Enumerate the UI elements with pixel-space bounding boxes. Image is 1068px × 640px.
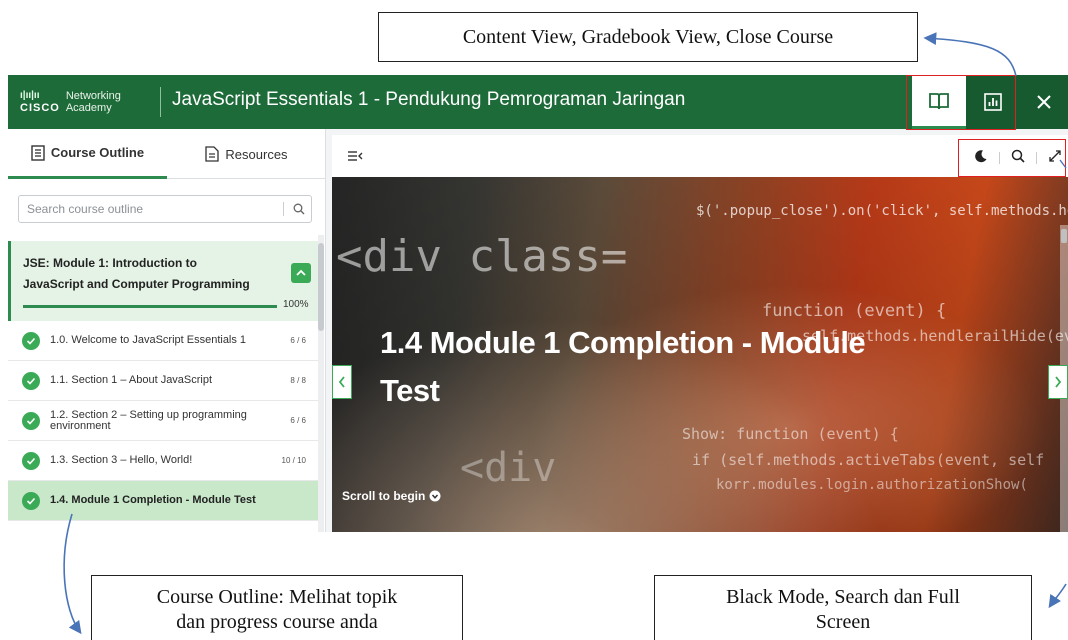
callout-view-controls: Content View, Gradebook View, Close Cour… (378, 12, 918, 62)
check-circle-icon (22, 411, 40, 430)
outline-item-label: 1.4. Module 1 Completion - Module Test (50, 494, 256, 506)
next-page-button[interactable] (1048, 365, 1068, 399)
sidebar-scroll-thumb[interactable] (318, 243, 324, 331)
module-title: JSE: Module 1: Introduction to JavaScrip… (23, 256, 250, 291)
content-toolbar (332, 135, 1068, 177)
outline-item-count: 8 / 8 (290, 376, 306, 385)
outline-item-label: 1.0. Welcome to JavaScript Essentials 1 (50, 334, 247, 346)
hero-code-line: if (self.methods.activeTabs(event, self (692, 451, 1045, 469)
outline-item-count: 6 / 6 (290, 416, 306, 425)
outline-list: 1.0. Welcome to JavaScript Essentials 1 … (8, 321, 318, 521)
tab-resources[interactable]: Resources (167, 129, 326, 179)
outline-item-1-3[interactable]: 1.3. Section 3 – Hello, World! 10 / 10 (8, 441, 318, 481)
arrow-to-view-controls-callout (923, 32, 1017, 77)
tab-course-outline-label: Course Outline (50, 145, 145, 160)
module-progress-bar (23, 305, 277, 308)
module-header[interactable]: JSE: Module 1: Introduction to JavaScrip… (8, 241, 318, 321)
chevron-right-icon (1055, 376, 1062, 388)
hero-code-line: Show: function (event) { (682, 425, 899, 443)
callout-right-line2: Screen (815, 611, 871, 633)
scroll-hint-label: Scroll to begin (342, 489, 426, 503)
logo-divider (160, 87, 161, 117)
hero-code-line: $('.popup_close').on('click', self.metho… (696, 203, 1068, 219)
sidebar-tabs: Course Outline Resources (8, 129, 326, 179)
logo-line-academy: Academy (65, 102, 112, 114)
content-scroll-thumb[interactable] (1061, 229, 1067, 243)
sidebar-scrollbar[interactable] (318, 235, 324, 532)
check-circle-icon (22, 331, 40, 350)
top-bar: ı|ıı|ıı CISCO Networking Academy JavaScr… (8, 75, 1068, 130)
module-collapse-button[interactable] (291, 263, 311, 283)
cisco-brand-text: CISCO (20, 102, 60, 114)
outline-item-1-2[interactable]: 1.2. Section 2 – Setting up programming … (8, 401, 318, 441)
course-outline-sidebar: Course Outline Resources Search course o… (8, 129, 326, 532)
outline-item-label: 1.3. Section 3 – Hello, World! (50, 454, 193, 466)
logo-line-networking: Networking (65, 90, 121, 102)
outline-item-label: 1.1. Section 1 – About JavaScript (50, 374, 213, 386)
check-circle-icon (22, 451, 40, 470)
search-separator (283, 202, 284, 216)
callout-left-line1: Course Outline: Melihat topik (156, 586, 398, 608)
arrow-to-tools-callout (1048, 583, 1067, 609)
outline-item-count: 10 / 10 (281, 456, 306, 465)
callout-right-line1: Black Mode, Search dan Full (726, 586, 960, 608)
logo-text: Networking Academy (66, 90, 121, 114)
module-progress-label: 100% (283, 299, 309, 310)
content-pane: <div class= $('.popup_close').on('click'… (332, 135, 1068, 532)
outline-item-1-0[interactable]: 1.0. Welcome to JavaScript Essentials 1 … (8, 321, 318, 361)
highlight-box-view-controls (906, 75, 1016, 130)
callout-tools: Black Mode, Search dan Full Screen (654, 575, 1032, 640)
module-hero-image: <div class= $('.popup_close').on('click'… (332, 177, 1068, 532)
chevron-up-icon (296, 269, 306, 276)
check-circle-icon (22, 491, 40, 510)
outline-icon (31, 144, 45, 161)
outline-item-1-1[interactable]: 1.1. Section 1 – About JavaScript 8 / 8 (8, 361, 318, 401)
close-icon (1037, 95, 1051, 109)
chevron-left-icon (338, 376, 345, 388)
check-circle-icon (22, 371, 40, 390)
callout-course-outline: Course Outline: Melihat topik dan progre… (91, 575, 463, 640)
tab-course-outline[interactable]: Course Outline (8, 129, 167, 179)
callout-left-line2: dan progress course anda (176, 611, 378, 633)
collapse-sidebar-button[interactable] (346, 147, 364, 165)
arrow-down-circle-icon (429, 490, 441, 502)
cisco-bars-icon: ı|ıı|ıı (20, 90, 40, 101)
tab-resources-label: Resources (225, 146, 288, 162)
document-icon (205, 146, 220, 162)
module-progress-fill (23, 305, 277, 308)
highlight-box-tools (958, 139, 1066, 177)
outline-item-count: 6 / 6 (290, 336, 306, 345)
outline-search (18, 195, 312, 223)
close-course-button[interactable] (1020, 75, 1068, 129)
hero-title: 1.4 Module 1 Completion - Module Test (380, 325, 866, 408)
hero-code-line: <div (460, 445, 557, 491)
scroll-to-begin[interactable]: Scroll to begin (342, 489, 441, 503)
search-button[interactable] (289, 199, 309, 219)
search-icon (293, 203, 305, 215)
cisco-logo-mark: ı|ıı|ıı CISCO (20, 90, 60, 114)
cisco-networking-academy-logo[interactable]: ı|ıı|ıı CISCO Networking Academy (20, 85, 144, 119)
hero-code-line: <div class= (336, 231, 628, 282)
hero-code-line: korr.modules.login.authorizationShow( (716, 477, 1028, 493)
callout-top-text: Content View, Gradebook View, Close Cour… (462, 25, 834, 48)
outline-item-label: 1.2. Section 2 – Setting up programming … (50, 408, 247, 432)
previous-page-button[interactable] (332, 365, 352, 399)
outline-item-1-4-selected[interactable]: 1.4. Module 1 Completion - Module Test (8, 481, 318, 521)
menu-collapse-icon (348, 151, 363, 161)
course-viewer-window: ı|ıı|ıı CISCO Networking Academy JavaScr… (8, 75, 1068, 532)
search-input[interactable] (19, 196, 281, 222)
course-title: JavaScript Essentials 1 - Pendukung Pemr… (172, 89, 686, 110)
hero-code-line: function (event) { (762, 301, 947, 321)
